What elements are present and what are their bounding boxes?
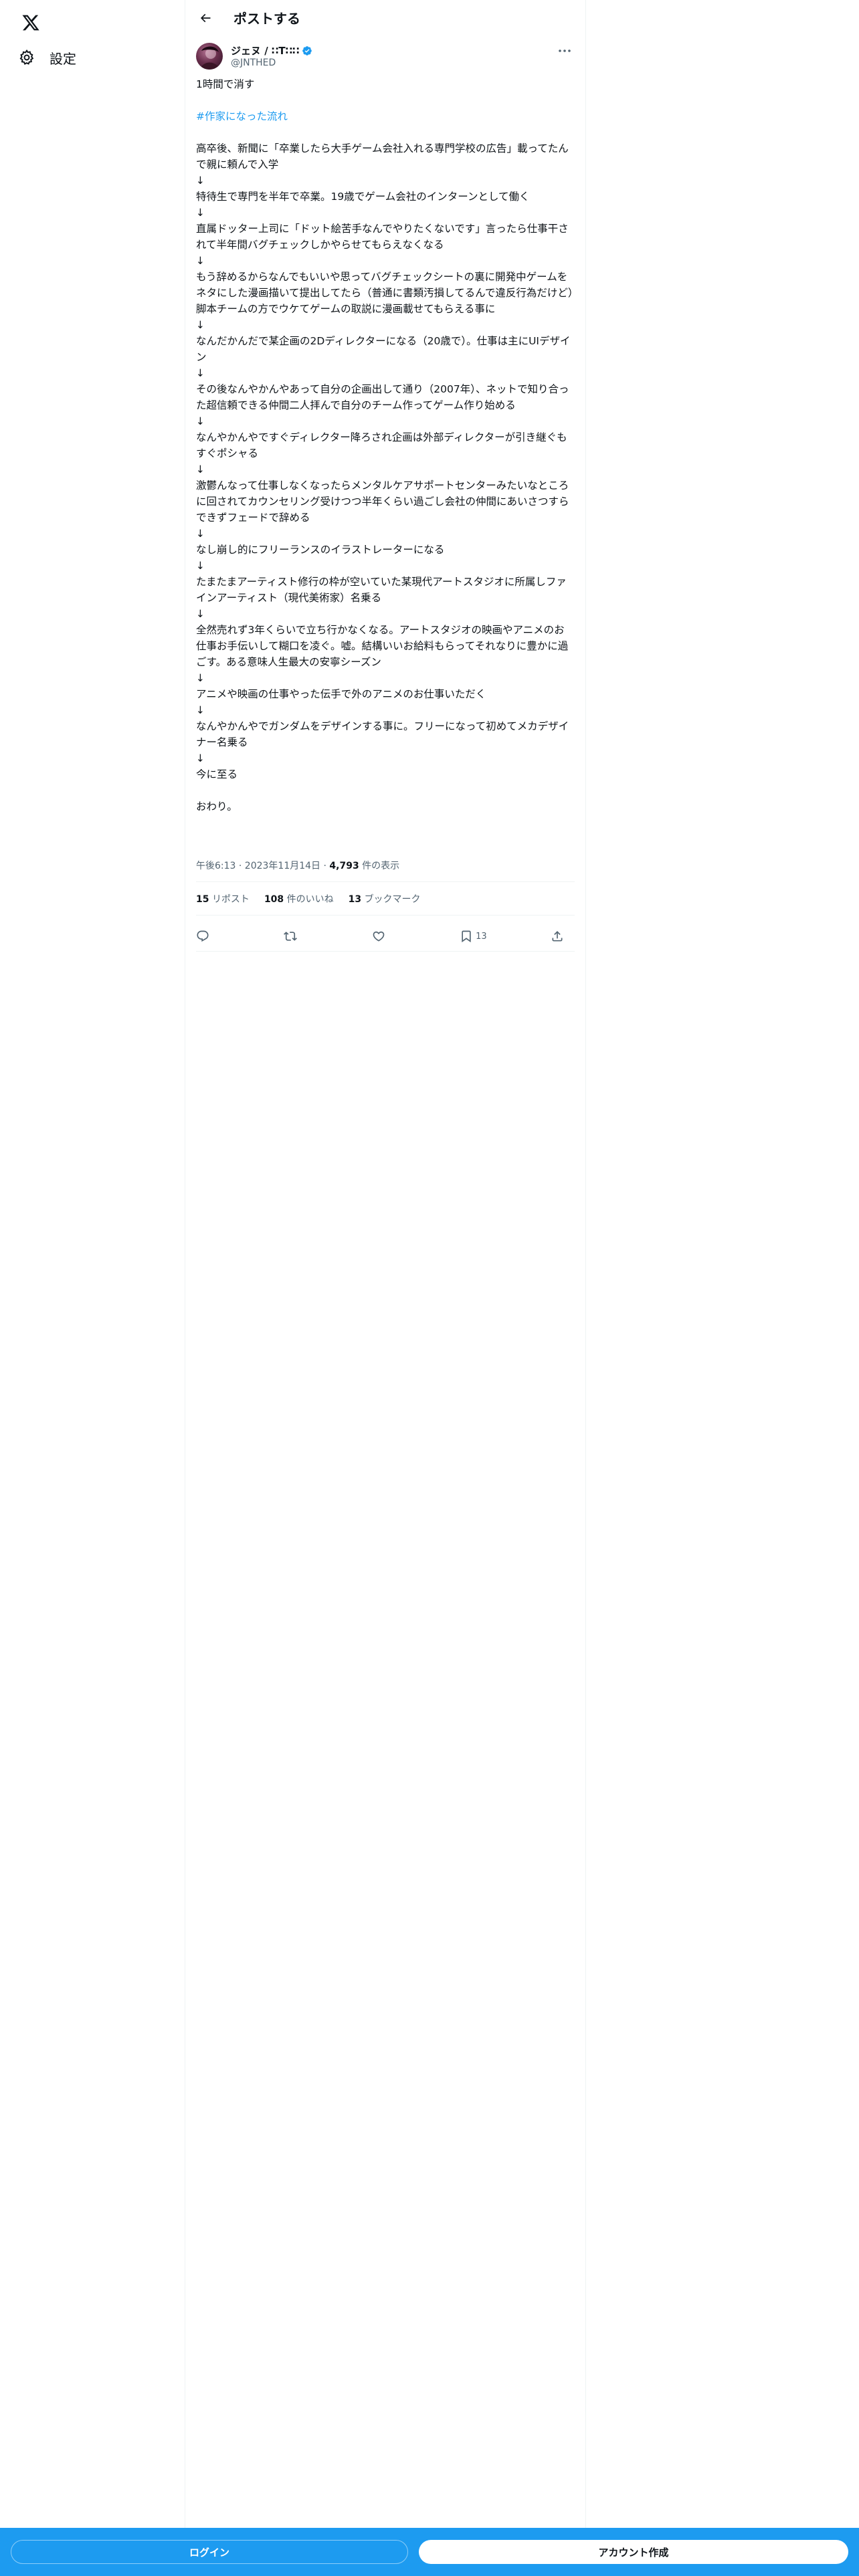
repost-icon (284, 932, 298, 941)
post-text-line: ↓ (196, 255, 205, 267)
hashtag-link[interactable]: #作家になった流れ (196, 108, 575, 124)
post-text-line: ↓ (196, 319, 205, 331)
author-handle[interactable]: @JNTHED (231, 58, 276, 68)
post-text-line: ↓ (196, 528, 205, 540)
views-label: 件の表示 (362, 861, 400, 871)
repost-button[interactable] (284, 924, 308, 948)
nav-settings[interactable]: 設定 (8, 39, 86, 76)
likes-count: 108 (264, 894, 284, 905)
more-options-button[interactable] (555, 44, 575, 58)
back-button[interactable] (193, 6, 217, 30)
post-text-line: ↓ (196, 415, 205, 427)
post-text-line: 高卒後、新聞に「卒業したら大手ゲーム会社入れる専門学校の広告」載ってたんで親に頼… (196, 142, 569, 171)
bookmarks-count: 13 (348, 894, 362, 905)
post-text-line: ↓ (196, 704, 205, 716)
post-text-line: もう辞めるからなんでもいいや思ってバグチェックシートの裏に開発中ゲームをネタにし… (196, 271, 573, 315)
post-text-line: 直属ドッター上司に「ドット絵苦手なんでやりたくないです」言ったら仕事干されて半年… (196, 223, 569, 251)
avatar[interactable] (196, 43, 223, 70)
post-text-line: なんやかんやですぐディレクター降ろされ企画は外部ディレクターが引き継ぐもすぐポシ… (196, 431, 567, 459)
reposts-count: 15 (196, 894, 209, 905)
post-author: ジェヌ / ∷T∷∷ @JNTHED (196, 41, 575, 71)
post-text-line: ↓ (196, 175, 205, 187)
post-text-line: 激鬱んなって仕事しなくなったらメンタルケアサポートセンターみたいなところに回され… (196, 479, 569, 524)
post-text-line: ↓ (196, 560, 205, 572)
post-text-line: なんだかんだで某企画の2Dディレクターになる（20歳で）。仕事は主にUIデザイン (196, 335, 571, 363)
like-button[interactable] (372, 924, 396, 948)
page-root: 設定 ポストする ジェヌ / ∷T∷∷ @JNTHED 1時間で消す #作家にな… (0, 0, 859, 2576)
post-column: ポストする ジェヌ / ∷T∷∷ @JNTHED 1時間で消す #作家になった流… (185, 0, 586, 2528)
post-text-line: ↓ (196, 608, 205, 620)
login-button[interactable]: ログイン (11, 2540, 408, 2564)
arrow-left-icon (200, 13, 211, 23)
verified-badge-icon (302, 45, 312, 56)
nav-settings-label: 設定 (50, 50, 76, 67)
post-text-line: 特待生で専門を半年で卒業。19歳でゲーム会社のインターンとして働く (196, 191, 530, 203)
post-text-line: ↓ (196, 672, 205, 684)
page-title: ポストする (233, 11, 300, 27)
post-text-line (196, 782, 575, 798)
views-count: 4,793 (329, 861, 359, 871)
post-text-line (196, 124, 575, 140)
post-text-line: 1時間で消す (196, 78, 255, 90)
post-body: 1時間で消す #作家になった流れ高卒後、新聞に「卒業したら大手ゲーム会社入れる専門… (196, 76, 575, 815)
post-text-line: ↓ (196, 752, 205, 764)
more-icon (559, 49, 571, 52)
post-header: ポストする (185, 0, 585, 36)
post-text-line: ↓ (196, 463, 205, 475)
reposts-label: リポスト (211, 894, 250, 905)
post-text-line: なし崩し的にフリーランスのイラストレーターになる (196, 544, 445, 556)
reply-icon (197, 930, 209, 942)
bottom-signin-bar: ログイン アカウント作成 (0, 2528, 859, 2576)
post-stats: 15 リポスト 108 件のいいね 13 ブックマーク (196, 892, 421, 905)
author-name-text: ジェヌ / ∷T∷∷ (231, 45, 300, 57)
bookmarks-stat[interactable]: 13 ブックマーク (349, 892, 421, 905)
x-logo-icon[interactable] (13, 5, 48, 40)
post-text-line: なんやかんやでガンダムをデザインする事に。フリーになって初めてメカデザイナー名乗… (196, 720, 569, 748)
post-text-line: その後なんやかんやあって自分の企画出して通り（2007年）、ネットで知り合った超… (196, 383, 569, 411)
post-text-line: アニメや映画の仕事やった伝手で外のアニメのお仕事いただく (196, 688, 486, 700)
post-text-line: 全然売れず3年くらいで立ち行かなくなる。アートスタジオの映画やアニメのお仕事お手… (196, 624, 569, 668)
bookmark-button[interactable]: 13 (460, 924, 487, 948)
likes-label: 件のいいね (286, 894, 334, 905)
post-meta: 午後6:13 · 2023年11月14日 · 4,793 件の表示 (196, 859, 399, 872)
bookmark-count: 13 (476, 931, 487, 942)
post-text-line: ↓ (196, 207, 205, 219)
share-button[interactable] (551, 924, 575, 948)
bookmarks-label: ブックマーク (364, 894, 421, 905)
signup-button[interactable]: アカウント作成 (419, 2540, 848, 2564)
author-display-name[interactable]: ジェヌ / ∷T∷∷ (231, 43, 312, 58)
heart-icon (373, 931, 385, 942)
gear-icon (17, 48, 36, 67)
reply-button[interactable] (196, 924, 220, 948)
share-icon (552, 931, 563, 942)
left-nav: 設定 (0, 0, 185, 2576)
post-text-line (196, 92, 575, 108)
divider (196, 881, 575, 882)
post-text-line: 今に至る (196, 768, 238, 780)
post-text-line: おわり。 (196, 800, 237, 813)
post-text-line: ↓ (196, 367, 205, 379)
post-timestamp[interactable]: 午後6:13 · 2023年11月14日 (196, 861, 320, 871)
likes-stat[interactable]: 108 件のいいね (264, 892, 334, 905)
divider (196, 915, 575, 916)
bookmark-icon (462, 930, 471, 943)
post-text-line: たまたまアーティスト修行の枠が空いていた某現代アートスタジオに所属しファインアー… (196, 576, 567, 604)
divider (196, 951, 575, 952)
post-actions: 13 (196, 924, 575, 948)
reposts-stat[interactable]: 15 リポスト (196, 892, 250, 905)
